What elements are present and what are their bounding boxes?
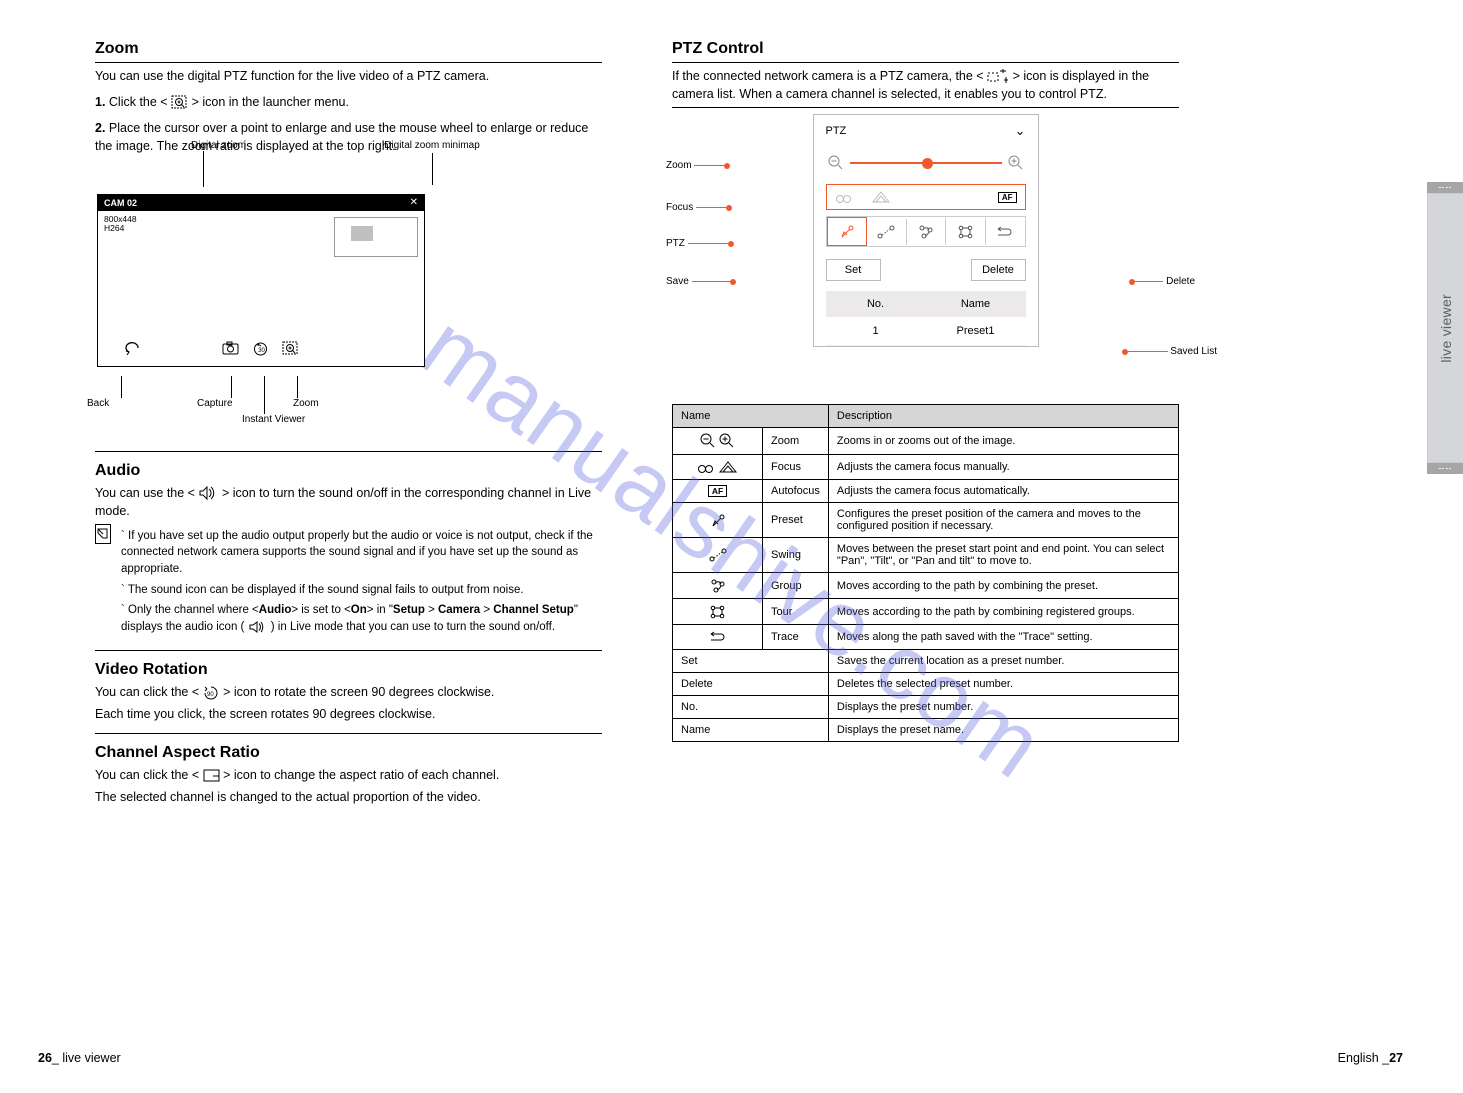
back-icon[interactable]: [124, 341, 142, 355]
page-footer-left: 26_ live viewer: [38, 1051, 121, 1065]
zoom-step-2: 2. Place the cursor over a point to enla…: [95, 119, 602, 155]
ptz-mode-row: [826, 216, 1026, 247]
audio-icon: [198, 486, 218, 500]
zoom-body: You can use the digital PTZ function for…: [95, 67, 602, 85]
divider: [672, 107, 1179, 108]
trace-icon: [673, 625, 763, 650]
ptz-body1: If the connected network camera is a PTZ…: [672, 67, 1179, 103]
instant-viewer-icon[interactable]: 30: [253, 341, 268, 356]
preset-icon[interactable]: [839, 224, 855, 239]
audio-body: You can use the < > icon to turn the sou…: [95, 484, 602, 520]
swing-icon: [673, 538, 763, 573]
digital-zoom-icon[interactable]: [282, 341, 299, 356]
svg-text:30: 30: [258, 348, 265, 354]
zoom-step-1: 1. Click the < > icon in the launcher me…: [95, 93, 602, 111]
minimap: [334, 217, 418, 257]
chevron-down-icon[interactable]: ⌄: [1015, 123, 1026, 139]
zoom-icons: [673, 428, 763, 455]
audio-note-3: ` Only the channel where <Audio> is set …: [121, 602, 602, 635]
section-audio-title: Audio: [95, 462, 602, 480]
ptz-icon: [987, 69, 1009, 85]
window-title: CAM 02: [104, 198, 137, 208]
aspect-ratio-icon: [203, 769, 220, 782]
autofocus-icon[interactable]: AF: [998, 192, 1017, 203]
ptz-popup-title: PTZ: [826, 125, 1015, 137]
zoom-in-icon[interactable]: [1008, 155, 1024, 171]
close-icon[interactable]: ✕: [410, 197, 418, 208]
ptz-table-col-desc: Description: [828, 405, 1178, 428]
sidebar-tab: live viewer: [1427, 0, 1463, 1093]
divider: [95, 62, 602, 63]
section-zoom-title: Zoom: [95, 40, 602, 58]
section-rotation-title: Video Rotation: [95, 661, 602, 679]
sidebar-label: live viewer: [1438, 294, 1454, 363]
svg-text:90: 90: [207, 692, 214, 698]
trace-icon[interactable]: [996, 225, 1014, 239]
audio-icon: [248, 621, 268, 633]
autofocus-icon: AF: [673, 480, 763, 503]
divider: [95, 650, 602, 651]
rotate-icon: 90: [203, 685, 220, 700]
preset-table-header: No. Name: [826, 291, 1026, 317]
ptz-popup: PTZ ⌄ AF: [813, 114, 1039, 347]
preset-table-row[interactable]: 1 Preset1: [826, 317, 1026, 346]
focus-near-icon[interactable]: [835, 190, 853, 204]
focus-box: AF: [826, 184, 1026, 210]
aspect-body1: You can click the < > icon to change the…: [95, 766, 602, 784]
ptz-control-title: PTZ Control: [672, 40, 1179, 58]
note-icon: [95, 524, 111, 544]
divider: [672, 62, 1179, 63]
set-button[interactable]: Set: [826, 259, 881, 281]
delete-button[interactable]: Delete: [971, 259, 1026, 281]
zoom-slider[interactable]: [850, 162, 1002, 164]
divider: [95, 451, 602, 452]
focus-icons: [673, 455, 763, 480]
capture-icon[interactable]: [222, 341, 239, 355]
group-icon: [673, 573, 763, 599]
digital-zoom-icon: [171, 95, 188, 110]
zoom-out-icon[interactable]: [828, 155, 844, 171]
tour-icon[interactable]: [957, 224, 974, 239]
audio-note-1: ` If you have set up the audio output pr…: [121, 528, 602, 578]
preset-icon: [673, 503, 763, 538]
zoom-figure: Digital zoom Digital zoom minimap CAM 02…: [97, 172, 425, 367]
swing-icon[interactable]: [877, 225, 895, 239]
audio-note-2: ` The sound icon can be displayed if the…: [121, 582, 602, 599]
page-footer-right: English _27: [1338, 1051, 1403, 1065]
divider: [95, 733, 602, 734]
rotation-body2: Each time you click, the screen rotates …: [95, 705, 602, 723]
section-aspect-title: Channel Aspect Ratio: [95, 744, 602, 762]
ptz-table-col-name: Name: [673, 405, 829, 428]
group-icon[interactable]: [917, 224, 934, 239]
aspect-body2: The selected channel is changed to the a…: [95, 788, 602, 806]
rotation-body1: You can click the < 90 > icon to rotate …: [95, 683, 602, 701]
ptz-table: Name Description Zoom Zooms in or zooms …: [672, 404, 1179, 742]
focus-far-icon[interactable]: [871, 190, 893, 204]
tour-icon: [673, 599, 763, 625]
